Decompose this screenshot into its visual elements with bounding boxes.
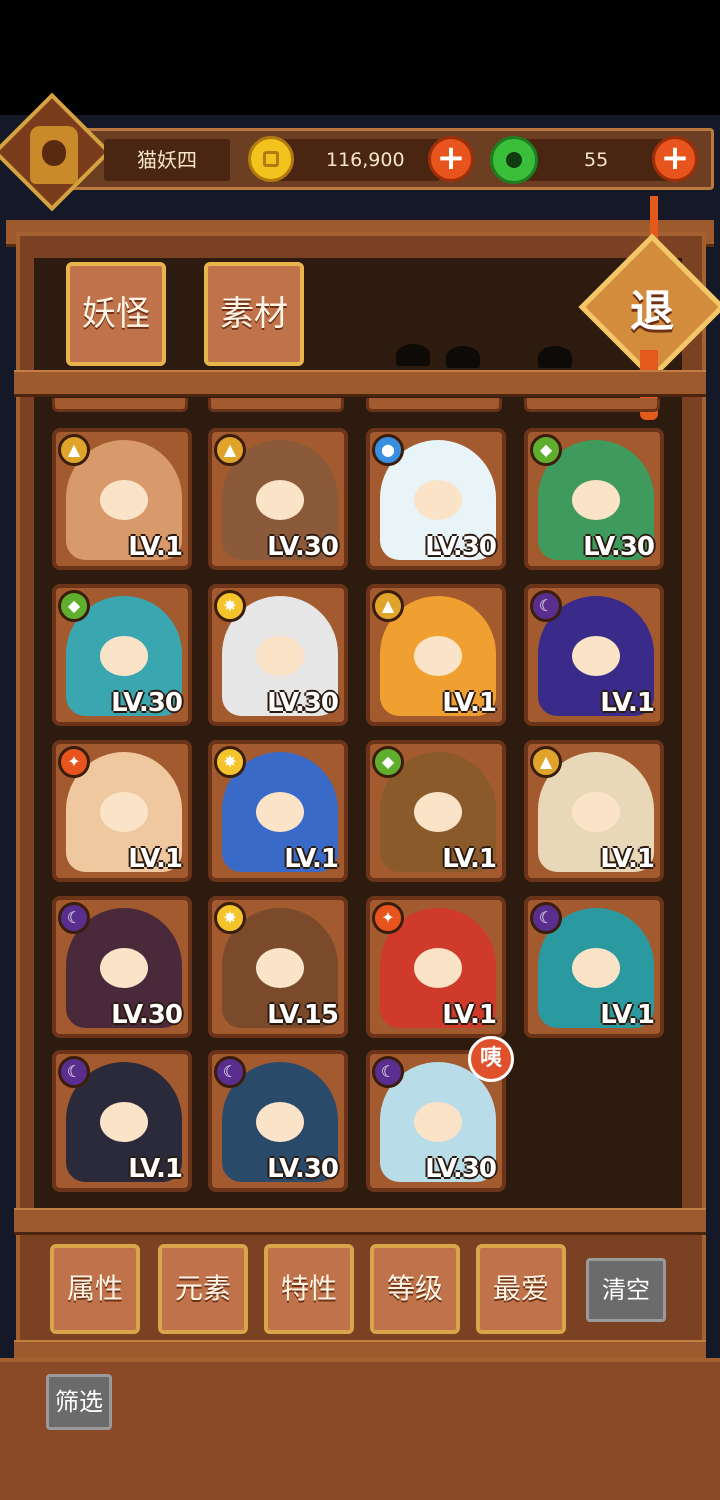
monster-level: LV.30 [425, 532, 497, 562]
dark-element-icon: ☾ [530, 902, 562, 934]
monster-level: LV.30 [111, 688, 183, 718]
monster-level: LV.1 [442, 1000, 497, 1030]
monster-level: LV.1 [600, 844, 655, 874]
clear-filters-button[interactable]: 清空 [586, 1258, 666, 1322]
monster-card[interactable]: ☾ LV.30 [52, 896, 192, 1038]
green-jade-icon [490, 136, 538, 184]
monster-level: LV.1 [442, 688, 497, 718]
monster-level: LV.30 [267, 1154, 339, 1184]
monster-level: LV.30 [425, 1154, 497, 1184]
player-name: 猫妖四 [104, 139, 230, 181]
water-element-icon: ● [372, 434, 404, 466]
light-element-icon: ✸ [214, 902, 246, 934]
monster-card[interactable]: ✦ LV.1 [52, 740, 192, 882]
dark-element-icon: ☾ [530, 590, 562, 622]
monster-level: LV.15 [267, 1000, 339, 1030]
monster-card[interactable]: ☾ LV.1 [524, 584, 664, 726]
light-element-icon: ✸ [214, 746, 246, 778]
dark-element-icon: ☾ [372, 1056, 404, 1088]
monster-level: LV.30 [267, 688, 339, 718]
upper-shelf [14, 370, 706, 397]
filter-level-button[interactable]: 等级 [370, 1244, 460, 1334]
monster-card[interactable]: ✦ LV.1 [366, 896, 506, 1038]
monster-card[interactable]: ● LV.30 [366, 428, 506, 570]
monster-card[interactable]: ◆ LV.30 [52, 584, 192, 726]
dark-element-icon: ☾ [58, 902, 90, 934]
monster-level: LV.1 [128, 844, 183, 874]
wood-element-icon: ◆ [372, 746, 404, 778]
monster-card[interactable]: ✸ LV.30 [208, 584, 348, 726]
monster-card[interactable]: ▲ LV.1 [524, 740, 664, 882]
earth-element-icon: ▲ [58, 434, 90, 466]
earth-element-icon: ▲ [530, 746, 562, 778]
monster-card[interactable]: ◆ LV.1 [366, 740, 506, 882]
gold-coin-icon [248, 136, 294, 182]
monster-level: LV.1 [600, 1000, 655, 1030]
dark-element-icon: ☾ [58, 1056, 90, 1088]
monster-level: LV.1 [442, 844, 497, 874]
monster-level: LV.30 [583, 532, 655, 562]
tab-monsters[interactable]: 妖怪 [66, 262, 166, 366]
monster-level: LV.30 [111, 1000, 183, 1030]
shadow-creature-icon [446, 346, 480, 368]
lower-shelf [14, 1208, 706, 1235]
monster-level: LV.1 [128, 532, 183, 562]
monster-card[interactable]: ✸ LV.1 [208, 740, 348, 882]
screen-filter-button[interactable]: 筛选 [46, 1374, 112, 1430]
shadow-creature-icon [396, 344, 430, 366]
coin-value: 116,900 [326, 149, 405, 171]
filter-favorite-button[interactable]: 最爱 [476, 1244, 566, 1334]
monster-level: LV.1 [284, 844, 339, 874]
filter-trait-button[interactable]: 特性 [264, 1244, 354, 1334]
monster-card[interactable]: ✸ LV.15 [208, 896, 348, 1038]
monster-level: LV.1 [128, 1154, 183, 1184]
monster-card[interactable]: ▲ LV.30 [208, 428, 348, 570]
earth-element-icon: ▲ [214, 434, 246, 466]
gem-value: 55 [584, 149, 609, 171]
tab-materials[interactable]: 素材 [204, 262, 304, 366]
monster-level: LV.30 [267, 532, 339, 562]
wood-element-icon: ◆ [530, 434, 562, 466]
monster-card[interactable]: ☾ LV.1 [524, 896, 664, 1038]
earth-element-icon: ▲ [372, 590, 404, 622]
card-stub [366, 398, 502, 412]
monster-card[interactable]: ☾ LV.1 [52, 1050, 192, 1192]
card-stub [524, 398, 660, 412]
dark-element-icon: ☾ [214, 1056, 246, 1088]
card-stub [208, 398, 344, 412]
exit-label: 退 [630, 286, 674, 337]
add-coins-button[interactable]: + [428, 136, 474, 182]
monster-level: LV.1 [600, 688, 655, 718]
filter-attribute-button[interactable]: 属性 [50, 1244, 140, 1334]
card-stub [52, 398, 188, 412]
monster-card[interactable]: ◆ LV.30 [524, 428, 664, 570]
fire-element-icon: ✦ [372, 902, 404, 934]
fire-element-icon: ✦ [58, 746, 90, 778]
add-gems-button[interactable]: + [652, 136, 698, 182]
wood-element-icon: ◆ [58, 590, 90, 622]
new-badge: 咦 [468, 1036, 514, 1082]
monster-card[interactable]: ▲ LV.1 [52, 428, 192, 570]
temple-lantern-icon [30, 126, 78, 184]
monster-card[interactable]: ☾ LV.30 [208, 1050, 348, 1192]
filter-element-button[interactable]: 元素 [158, 1244, 248, 1334]
monster-card[interactable]: ▲ LV.1 [366, 584, 506, 726]
shadow-creature-icon [538, 346, 572, 368]
light-element-icon: ✸ [214, 590, 246, 622]
